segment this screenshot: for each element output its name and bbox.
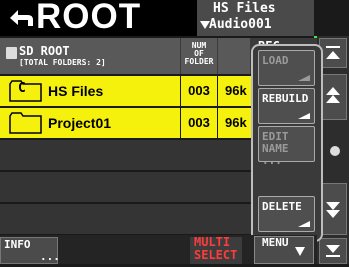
sample-rate: 96k [225,83,247,98]
page-title: ROOT [36,0,142,36]
edit-name-button[interactable]: EDIT NAME ... [258,126,315,167]
folder-name: Project01 [48,115,112,131]
load-button[interactable]: LOAD [258,50,315,86]
multi-label-line2: SELECT [194,248,238,262]
back-arrow-icon[interactable] [6,6,36,30]
current-folder-name: HS Files [213,1,276,16]
multi-select-label: MULTI SELECT [194,236,237,262]
total-folders-label: [TOTAL FOLDERS: 2] [19,58,106,67]
info-ellipsis: ... [40,250,60,263]
scroll-down-button[interactable] [319,183,347,235]
scroll-thumb[interactable] [330,146,340,156]
empty-row [0,140,258,170]
scroll-top-button[interactable] [319,38,347,68]
info-label: INFO [4,238,31,251]
num-label-line3: FOLDER [184,57,214,66]
sd-root-label: SD ROOT [19,44,70,58]
rebuild-label: REBUILD [262,92,309,105]
sample-rate: 96k [225,115,247,130]
scroll-up-button[interactable] [319,74,347,120]
folder-name: HS Files [48,83,104,99]
delete-label: DELETE [262,200,302,213]
num-of-folder-label: NUM OF FOLDER [181,42,217,66]
load-label: LOAD [262,54,289,67]
sd-card-icon [6,47,17,59]
current-file-name: Audio001 [209,17,272,32]
folder-icon [9,112,42,134]
delete-button[interactable]: DELETE [258,196,315,232]
column-header-rec [218,38,250,74]
empty-row [0,204,258,234]
current-folder-badge: C [18,81,26,96]
name-label: NAME ... [262,142,289,167]
caret-down-icon [295,247,305,256]
empty-row [0,172,258,202]
scroll-bottom-button[interactable] [319,238,347,264]
folder-count: 003 [188,83,210,98]
rebuild-button[interactable]: REBUILD [258,88,315,124]
folder-count: 003 [188,115,210,130]
menu-label: MENU [262,236,289,249]
